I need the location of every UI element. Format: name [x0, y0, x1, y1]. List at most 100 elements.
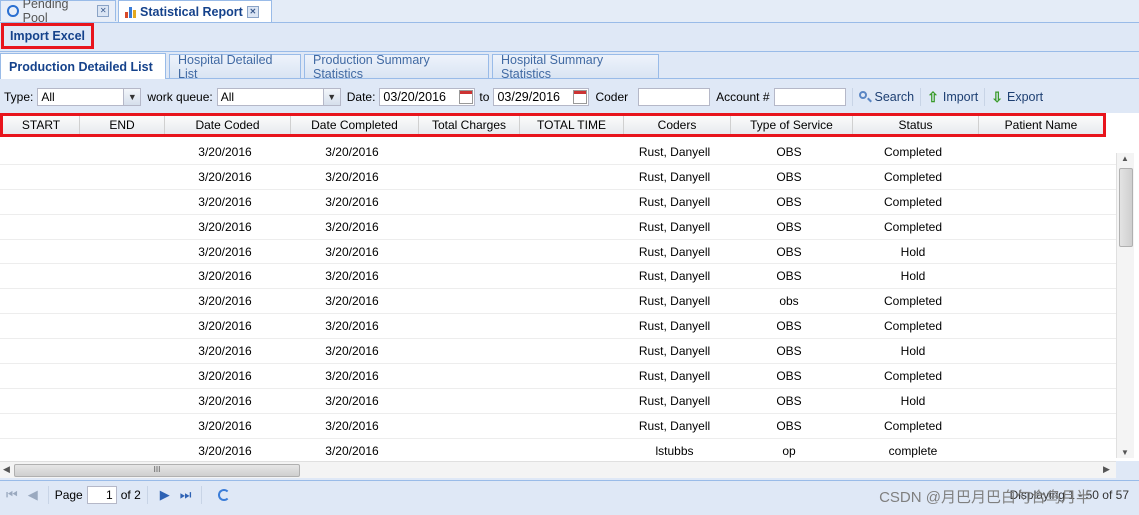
table-row[interactable]: 3/20/2016 3/20/2016 Rust, Danyell OBS Hold [0, 339, 1116, 365]
cell-end [77, 215, 162, 239]
next-page-icon[interactable]: ▶ [160, 487, 170, 503]
account-input[interactable] [773, 88, 846, 106]
table-row[interactable]: 3/20/2016 3/20/2016 Rust, Danyell OBS Comple… [0, 140, 1116, 165]
page-label: Page [54, 488, 83, 502]
cell-status: Hold [900, 393, 926, 408]
cell-status: Completed [883, 418, 943, 433]
close-icon[interactable]: ✕ [97, 5, 110, 17]
cell-end [77, 439, 162, 460]
cell-total-time [517, 289, 621, 313]
scroll-thumb[interactable]: III [14, 464, 300, 477]
type-select[interactable]: All ▼ [37, 88, 142, 106]
close-icon[interactable]: ✕ [246, 5, 259, 18]
table-row[interactable]: 3/20/2016 3/20/2016 Rust, Danyell obs Comple… [0, 289, 1116, 315]
cell-type-of-service: OBS [776, 144, 802, 159]
table-row[interactable]: 3/20/2016 3/20/2016 Rust, Danyell OBS Hold [0, 264, 1116, 290]
table-row[interactable]: 3/20/2016 3/20/2016 lstubbs op complete [0, 439, 1116, 460]
cell-date-coded: 3/20/2016 [198, 344, 252, 359]
cell-total-charges [416, 140, 517, 164]
refresh-icon[interactable] [218, 489, 231, 501]
column-header-status[interactable]: Status [853, 116, 979, 134]
toolbar-separator [47, 486, 49, 504]
scroll-up-icon[interactable]: ▲ [1121, 154, 1129, 163]
tab-hospital-detailed-list[interactable]: Hospital Detailed List [169, 53, 301, 81]
cell-end [77, 389, 162, 413]
cell-start [0, 264, 77, 288]
scroll-down-icon[interactable]: ▼ [1121, 448, 1129, 457]
cell-coders: Rust, Danyell [638, 418, 711, 433]
to-label: to [479, 90, 490, 104]
table-row[interactable]: 3/20/2016 3/20/2016 Rust, Danyell OBS Comple… [0, 364, 1116, 389]
chevron-down-icon[interactable]: ▼ [322, 89, 340, 105]
cell-patient-name [976, 314, 1100, 338]
cell-type-of-service: OBS [776, 418, 802, 433]
cell-date-completed: 3/20/2016 [325, 144, 379, 159]
prev-page-icon[interactable]: ◀ [28, 487, 38, 503]
cell-end [77, 339, 162, 363]
cell-total-charges [416, 439, 517, 460]
column-header-total-charges[interactable]: Total Charges [419, 116, 520, 134]
tab-production-detailed-list[interactable]: Production Detailed List [0, 53, 166, 79]
column-header-date-coded[interactable]: Date Coded [165, 116, 291, 134]
tab-hospital-summary-statistics[interactable]: Hospital Summary Statistics [492, 53, 659, 81]
table-row[interactable]: 3/20/2016 3/20/2016 Rust, Danyell OBS Hold [0, 240, 1116, 265]
tab-statistical-report[interactable]: Statistical Report ✕ [118, 0, 272, 22]
column-header-type-of-service[interactable]: Type of Service [731, 116, 853, 134]
account-label: Account # [716, 90, 770, 104]
scroll-right-icon[interactable]: ▶ [1103, 464, 1110, 475]
last-page-icon[interactable]: ⏭ [180, 487, 192, 503]
cell-date-coded: 3/20/2016 [198, 194, 252, 209]
table-row[interactable]: 3/20/2016 3/20/2016 Rust, Danyell OBS Hold [0, 389, 1116, 414]
calendar-icon[interactable] [459, 90, 474, 104]
watermark: CSDN @月巴月巴白勺合鸟月半 [879, 489, 1091, 506]
import-label: Import [942, 90, 979, 104]
vertical-scrollbar[interactable]: ▲ ▼ [1116, 153, 1134, 458]
calendar-icon[interactable] [573, 90, 588, 104]
cell-date-completed: 3/20/2016 [325, 244, 379, 259]
cell-start [0, 414, 77, 438]
date-from-field[interactable]: 03/20/2016 [379, 88, 476, 106]
cell-end [77, 190, 162, 214]
cell-start [0, 215, 77, 239]
cell-coders: Rust, Danyell [638, 269, 711, 284]
column-header-date-completed[interactable]: Date Completed [291, 116, 419, 134]
date-to-field[interactable]: 03/29/2016 [493, 88, 590, 106]
cell-date-coded: 3/20/2016 [198, 418, 252, 433]
column-header-start[interactable]: START [3, 116, 80, 134]
date-label: Date: [346, 90, 376, 104]
cell-total-time [517, 439, 621, 460]
export-label: Export [1007, 90, 1044, 104]
import-button[interactable]: ⇧ Import [927, 90, 978, 104]
grid-header: START END Date Coded Date Completed Tota… [0, 113, 1106, 137]
chevron-down-icon[interactable]: ▼ [123, 89, 141, 105]
first-page-icon[interactable]: ⏮ [6, 487, 18, 503]
scroll-left-icon[interactable]: ◀ [3, 464, 10, 475]
cell-type-of-service: OBS [776, 244, 802, 259]
export-button[interactable]: ⇩ Export [991, 90, 1043, 104]
table-row[interactable]: 3/20/2016 3/20/2016 Rust, Danyell OBS Comple… [0, 414, 1116, 439]
tab-production-summary-statistics[interactable]: Production Summary Statistics [304, 53, 489, 81]
column-header-patient-name[interactable]: Patient Name [979, 116, 1103, 134]
table-row[interactable]: 3/20/2016 3/20/2016 Rust, Danyell OBS Comple… [0, 165, 1116, 190]
tab-pending-pool[interactable]: Pending Pool ✕ [0, 0, 116, 25]
page-number-input[interactable]: 1 [86, 486, 117, 504]
cell-date-coded: 3/20/2016 [198, 244, 252, 259]
cell-total-time [517, 215, 621, 239]
column-header-end[interactable]: END [80, 116, 165, 134]
table-row[interactable]: 3/20/2016 3/20/2016 Rust, Danyell OBS Comple… [0, 314, 1116, 340]
cell-date-completed: 3/20/2016 [325, 294, 379, 309]
date-to-value: 03/29/2016 [497, 90, 560, 104]
coder-input[interactable] [638, 88, 711, 106]
scroll-thumb[interactable] [1119, 168, 1133, 247]
table-row[interactable]: 3/20/2016 3/20/2016 Rust, Danyell OBS Comple… [0, 215, 1116, 240]
column-header-total-time[interactable]: TOTAL TIME [520, 116, 624, 134]
search-button[interactable]: Search [858, 90, 914, 104]
cell-type-of-service: OBS [776, 169, 802, 184]
table-row[interactable]: 3/20/2016 3/20/2016 Rust, Danyell OBS Comple… [0, 190, 1116, 215]
work-queue-select[interactable]: All ▼ [216, 88, 341, 106]
column-header-coders[interactable]: Coders [624, 116, 731, 134]
coder-label: Coder [595, 90, 629, 104]
horizontal-scrollbar[interactable]: ◀ III ▶ [0, 461, 1116, 478]
import-excel-button[interactable]: Import Excel [1, 23, 95, 49]
cell-total-charges [416, 165, 517, 189]
